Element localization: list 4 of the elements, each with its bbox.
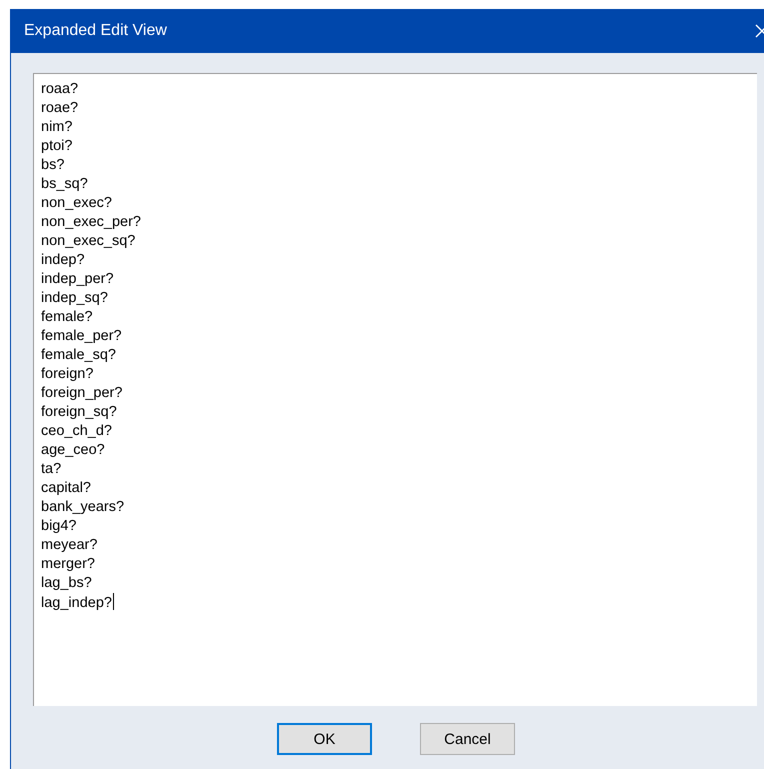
cancel-button[interactable]: Cancel [420,723,515,755]
text-area[interactable]: roaa? roae? nim? ptoi? bs? bs_sq? non_exec? non_exec_per? non_exec_sq? indep? indep_per? indep_sq? female? female_per? female_sq? foreign? foreign_per? foreign_sq? ceo_ch_d? age_ceo? ta? capital? bank_years? big4? meyear? merger? lag_bs? lag_indep? [33,73,757,706]
window-title: Expanded Edit View [24,22,167,40]
ok-button[interactable]: OK [277,723,372,755]
